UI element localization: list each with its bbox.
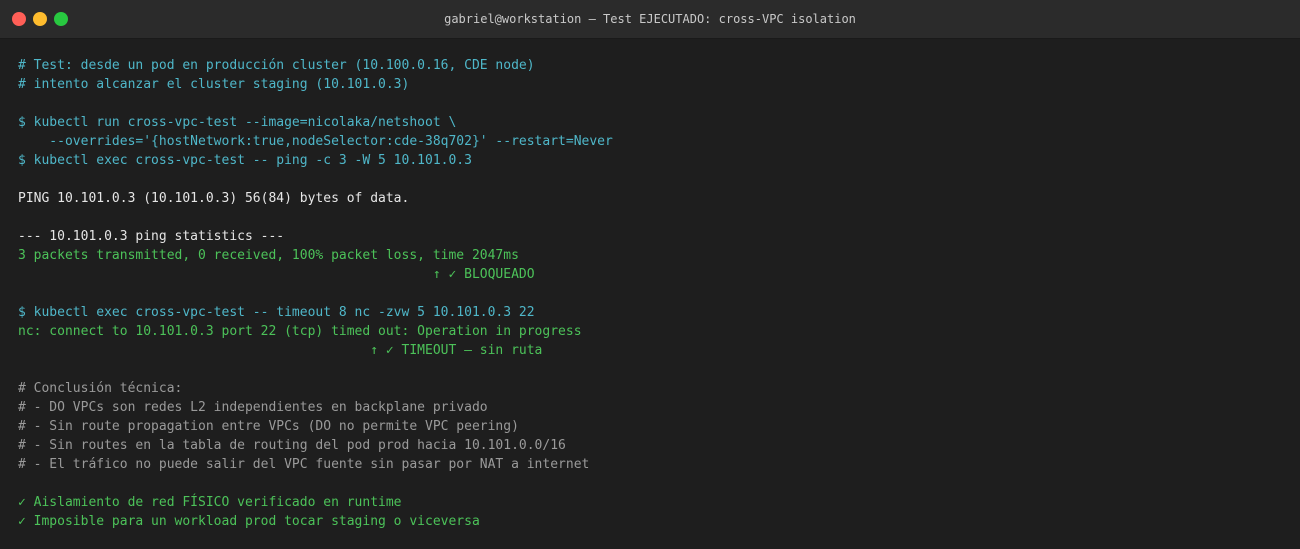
terminal-line-note: # - Sin routes en la tabla de routing de… (18, 438, 566, 453)
title-bar: gabriel@workstation — Test EJECUTADO: cr… (0, 0, 1300, 39)
terminal-line-cmd: $ kubectl run cross-vpc-test --image=nic… (18, 115, 457, 130)
terminal-line-ok: ✓ Aislamiento de red FÍSICO verificado e… (18, 495, 402, 510)
window-title: gabriel@workstation — Test EJECUTADO: cr… (444, 12, 856, 26)
terminal-line-note: # - Sin route propagation entre VPCs (DO… (18, 419, 519, 434)
terminal-line-ok: ✓ Imposible para un workload prod tocar … (18, 514, 480, 529)
terminal-line-cmd: $ kubectl exec cross-vpc-test -- ping -c… (18, 153, 472, 168)
terminal-output[interactable]: # Test: desde un pod en producción clust… (0, 39, 1300, 531)
terminal-line-cmd: --overrides='{hostNetwork:true,nodeSelec… (18, 134, 613, 149)
terminal-line-comment: # Test: desde un pod en producción clust… (18, 58, 535, 73)
terminal-line-ok: ↑ ✓ TIMEOUT — sin ruta (18, 343, 543, 358)
terminal-line-note: # - DO VPCs son redes L2 independientes … (18, 400, 488, 415)
terminal-line-ok: nc: connect to 10.101.0.3 port 22 (tcp) … (18, 324, 582, 339)
terminal-line-out: --- 10.101.0.3 ping statistics --- (18, 229, 285, 244)
terminal-line-comment: # intento alcanzar el cluster staging (1… (18, 77, 410, 92)
terminal-window: gabriel@workstation — Test EJECUTADO: cr… (0, 0, 1300, 549)
terminal-line-ok: ↑ ✓ BLOQUEADO (18, 267, 535, 282)
terminal-line-note: # - El tráfico no puede salir del VPC fu… (18, 457, 590, 472)
terminal-line-note: # Conclusión técnica: (18, 381, 183, 396)
terminal-line-cmd: $ kubectl exec cross-vpc-test -- timeout… (18, 305, 535, 320)
terminal-line-ok: 3 packets transmitted, 0 received, 100% … (18, 248, 519, 263)
terminal-line-out: PING 10.101.0.3 (10.101.0.3) 56(84) byte… (18, 191, 410, 206)
